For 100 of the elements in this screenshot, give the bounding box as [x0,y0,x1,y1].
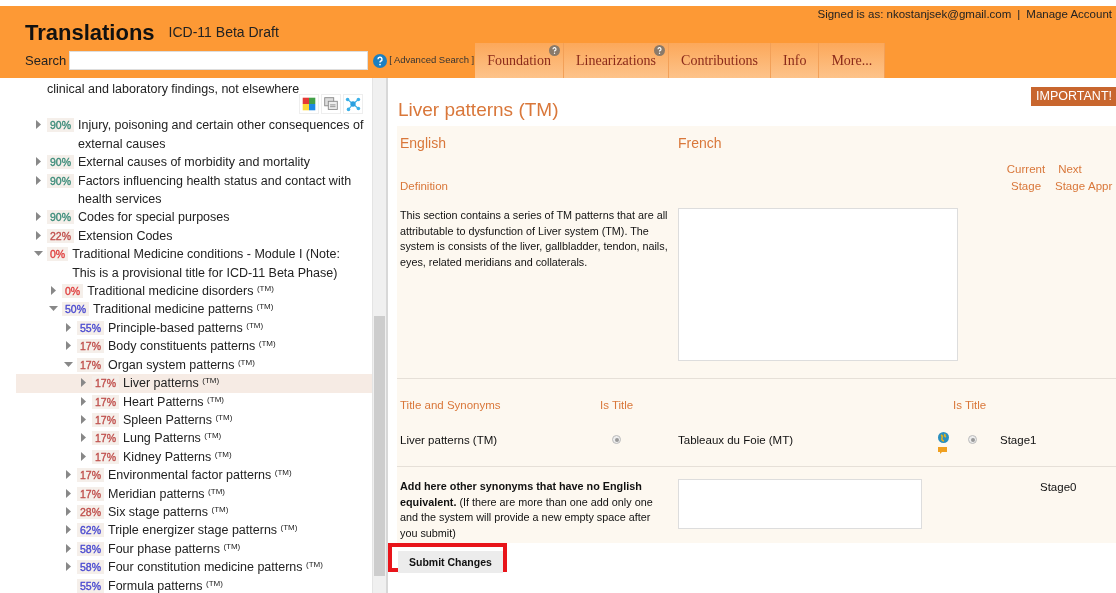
tree-row[interactable]: 17% Heart Patterns $^{(TM)}$ [16,392,372,411]
tree-item-text[interactable]: Codes for special purposes [78,208,364,227]
tree-row[interactable]: 90% Codes for special purposes [16,208,372,227]
collapse-arrow-icon[interactable] [34,249,43,259]
expand-arrow-icon[interactable] [79,451,88,461]
tree-item-text[interactable]: Environmental factor patterns $^{(TM)}$ [108,466,364,485]
tree-row[interactable]: 90% Factors influencing health status and contact with health services [16,171,372,209]
tree-row[interactable]: 90% External causes of morbidity and mortality [16,153,372,172]
tree-item-text[interactable]: Four phase patterns $^{(TM)}$ [108,539,364,559]
tree-item-text[interactable]: Injury, poisoning and certain other consequences of external causes [78,116,364,154]
tree-row[interactable]: 58% Four constitution medicine patterns $^{(TM)}$ [16,558,372,577]
tree-item-text[interactable]: Liver patterns $^{(TM)}$ [123,374,364,393]
tree-row[interactable]: 28% Six stage patterns $^{(TM)}$ [16,502,372,522]
nav-tab[interactable]: Foundation [475,43,564,78]
tree-item-text[interactable]: Organ system patterns $^{(TM)}$ [108,355,364,375]
help-icon[interactable] [549,45,560,56]
tree-item-text[interactable]: Meridian patterns $^{(TM)}$ [108,484,364,503]
tree-row[interactable]: 17% Spleen Patterns $^{(TM)}$ [16,410,372,430]
tree-item-text[interactable]: Lung Patterns $^{(TM)}$ [123,429,364,448]
radio-button[interactable] [612,435,621,445]
search-field[interactable] [69,51,369,70]
tree-row[interactable]: 17% Organ system patterns $^{(TM)}$ [16,355,372,375]
expand-arrow-icon[interactable] [64,488,73,498]
tree-row[interactable]: 17% Kidney Patterns $^{(TM)}$ [16,447,372,467]
nav-tab[interactable]: Contributions [669,43,772,78]
scrollbar-thumb[interactable] [374,316,385,576]
expand-arrow-icon[interactable] [34,212,43,222]
tree-item-text[interactable]: Four constitution medicine patterns $^{(TM)}$ [108,558,364,577]
expand-arrow-icon[interactable] [64,562,73,572]
tree-item-text[interactable]: Body constituents patterns $^{(TM)}$ [108,337,364,356]
expand-arrow-icon[interactable] [34,230,43,240]
tree-item-text[interactable]: Traditional medicine patterns $^{(TM)}$ [93,300,364,319]
percent-badge: 17% [77,357,104,372]
expand-arrow-icon[interactable] [64,322,73,332]
expand-arrow-icon[interactable] [64,525,73,535]
tree-row[interactable]: 0% Traditional medicine disorders $^{(TM)}$ [16,282,372,301]
expand-arrow-icon[interactable] [64,506,73,516]
comment-icon[interactable] [938,447,947,455]
tree-item-text[interactable]: clinical and laboratory findings, not elsewhere [47,82,300,96]
tree-item-text[interactable]: Triple energizer stage patterns $^{(TM)}$ [108,521,364,540]
column-header: Next Stage [1053,162,1087,195]
definition-field[interactable] [678,208,958,361]
percent-badge: 90% [47,155,74,170]
percent-badge: 17% [92,394,119,409]
tree-item-text[interactable]: Factors influencing health status and contact with health services [78,171,364,209]
column-header: Is Title [600,398,635,413]
tree-row[interactable]: 62% Triple energizer stage patterns $^{(TM)}$ [16,521,372,540]
expand-arrow-icon[interactable] [34,157,43,167]
submit-button[interactable]: Submit Changes [398,551,503,573]
copy-icon[interactable] [321,94,341,114]
tree-row[interactable]: 17% Liver patterns $^{(TM)}$ [16,374,372,393]
tree-row[interactable]: 22% Extension Codes [16,226,372,246]
tree-row[interactable]: 58% Four phase patterns $^{(TM)}$ [16,539,372,559]
expand-arrow-icon[interactable] [34,120,43,130]
column-header: English [400,134,447,153]
collapse-arrow-icon[interactable] [49,304,58,314]
tree-item-text[interactable]: Formula patterns $^{(TM)}$ [108,576,364,593]
tiles-icon[interactable] [299,94,319,114]
expand-arrow-icon[interactable] [79,433,88,443]
tree-item-text[interactable]: Heart Patterns $^{(TM)}$ [123,392,364,411]
percent-badge: 55% [77,578,104,593]
tree-row[interactable]: 55% Formula patterns $^{(TM)}$ [16,576,372,593]
tree-item-text[interactable]: Extension Codes [78,226,364,246]
expand-arrow-icon[interactable] [34,175,43,185]
tree-item-text[interactable]: Kidney Patterns $^{(TM)}$ [123,447,364,467]
globe-icon[interactable] [938,432,949,444]
scrollbar[interactable] [372,78,386,593]
tree-row[interactable]: 0% Traditional Medicine conditions - Module I (Note: This is a provisional title for ICD-11 Beta Phase) [16,245,372,283]
help-icon[interactable] [654,45,666,56]
expand-arrow-icon[interactable] [79,414,88,424]
tree-item-text[interactable]: Traditional Medicine conditions - Module I (Note: This is a provisional title for ICD-11 Beta Phase) [72,245,364,283]
nav-tab[interactable]: Info [771,43,820,78]
tree-item-text[interactable]: Spleen Patterns $^{(TM)}$ [123,410,364,430]
tree-item-text[interactable]: Principle-based patterns $^{(TM)}$ [108,318,364,338]
important-button[interactable]: IMPORTANT! [1031,87,1116,106]
expand-arrow-icon[interactable] [64,543,73,553]
expand-arrow-icon[interactable] [64,341,73,351]
nav-tab[interactable]: More... [819,43,886,78]
radio-button[interactable] [968,435,977,445]
tree-item-text[interactable]: Traditional medicine disorders $^{(TM)}$ [87,282,364,301]
manage-account-link[interactable]: Manage Account [1026,6,1112,24]
expand-arrow-icon[interactable] [49,286,58,296]
expand-arrow-icon[interactable] [79,378,88,388]
tree-row[interactable]: 17% Meridian patterns $^{(TM)}$ [16,484,372,503]
tree-row[interactable]: 17% Lung Patterns $^{(TM)}$ [16,429,372,448]
collapse-arrow-icon[interactable] [64,359,73,369]
tree-row[interactable]: 55% Principle-based patterns $^{(TM)}$ [16,318,372,338]
expand-arrow-icon[interactable] [64,470,73,480]
network-icon[interactable] [343,94,363,114]
tree-item-text[interactable]: Six stage patterns $^{(TM)}$ [108,502,364,522]
synonym-field[interactable] [678,479,922,530]
tree-row[interactable]: 17% Environmental factor patterns $^{(TM)}$ [16,466,372,485]
tree-row[interactable]: 17% Body constituents patterns $^{(TM)}$ [16,337,372,356]
help-icon[interactable] [373,53,388,68]
advanced-search-link[interactable]: [ Advanced Search ] [389,53,476,68]
tree-item-text[interactable]: External causes of morbidity and mortality [78,153,364,172]
tree-row[interactable]: 50% Traditional medicine patterns $^{(TM)}$ [16,300,372,319]
tree-row[interactable]: 90% Injury, poisoning and certain other consequences of external causes [16,116,372,154]
expand-arrow-icon[interactable] [79,396,88,406]
nav-tab[interactable]: Linearizations [564,43,670,78]
